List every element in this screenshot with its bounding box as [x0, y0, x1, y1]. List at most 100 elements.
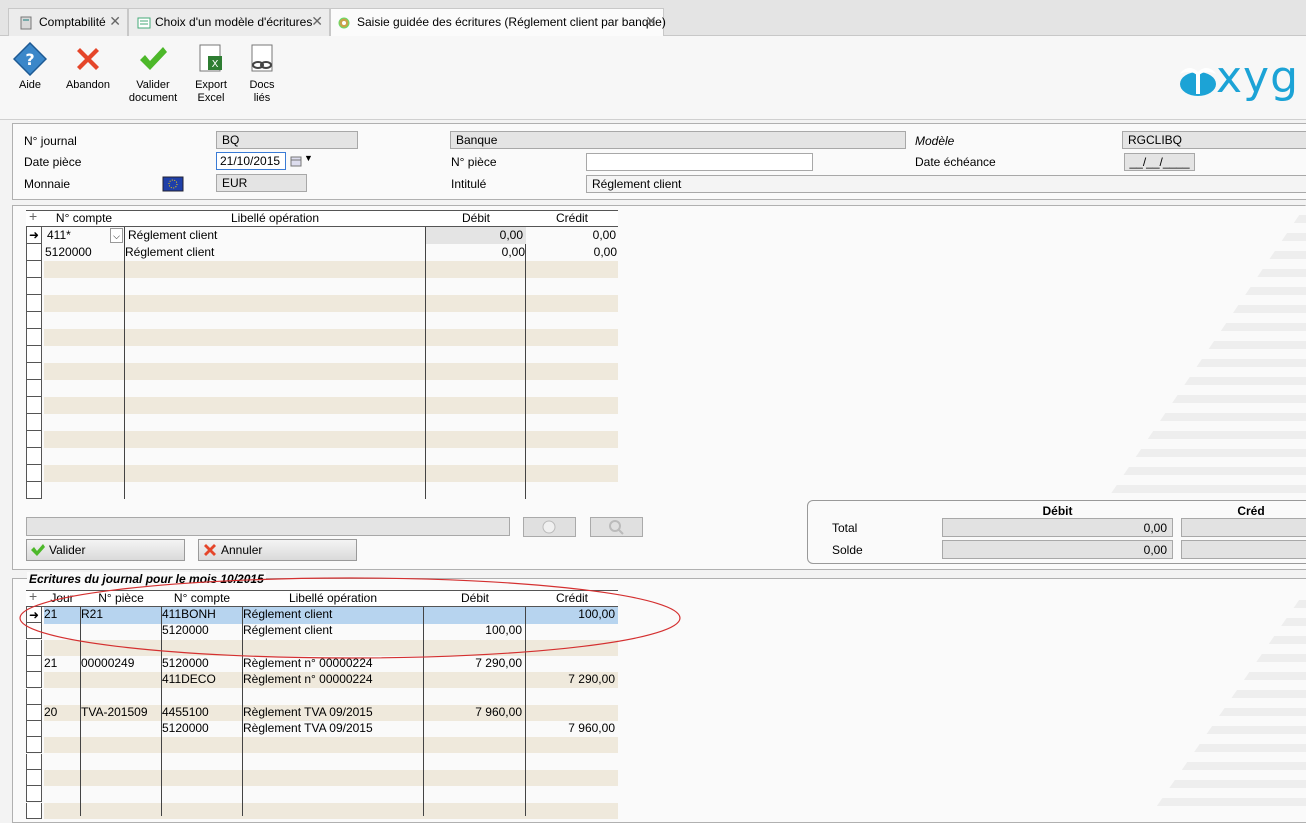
excel-icon: X [199, 44, 222, 72]
journal-cell-jour[interactable]: 20 [44, 704, 78, 721]
tab-choix-modele[interactable]: Choix d'un modèle d'écritures ✕ [128, 8, 330, 36]
chevron-down-icon[interactable]: ⌵ [110, 228, 123, 243]
annuler-label: Annuler [221, 543, 263, 557]
tab-label: Choix d'un modèle d'écritures [155, 15, 313, 29]
docs-label-2: liés [253, 92, 271, 104]
cross-icon [77, 48, 99, 70]
entry-row-debit[interactable]: 0,00 [426, 244, 525, 261]
total-debit-field: 0,00 [942, 518, 1173, 537]
export-label-1: Export [195, 79, 227, 91]
solde-label: Solde [832, 543, 863, 557]
entry-comment-field[interactable] [26, 517, 510, 536]
row-selector[interactable] [26, 689, 42, 705]
entry-row-libelle[interactable]: Réglement client [125, 244, 214, 261]
journal-cell-compte[interactable]: 5120000 [162, 720, 240, 737]
row-selector[interactable] [26, 431, 42, 448]
row-selector[interactable] [26, 786, 42, 802]
journal-cell-libelle[interactable]: Règlement n° 00000224 [243, 671, 421, 688]
journal-cell-credit[interactable]: 7 290,00 [526, 671, 615, 688]
row-selector[interactable] [26, 482, 42, 499]
gear-icon [542, 520, 556, 534]
row-selector[interactable] [26, 414, 42, 431]
current-row-arrow-icon: ➜ [29, 228, 40, 242]
journal-cell-libelle[interactable]: Règlement TVA 09/2015 [243, 704, 421, 721]
row-selector[interactable] [26, 312, 42, 329]
annuler-button[interactable]: Annuler [198, 539, 357, 561]
docs-label-1: Docs [249, 79, 275, 91]
total-credit-field [1181, 518, 1306, 537]
row-selector[interactable] [26, 721, 42, 737]
tab-label: Comptabilité [39, 15, 106, 29]
close-icon[interactable]: ✕ [109, 13, 121, 30]
row-selector[interactable] [26, 261, 42, 278]
docs-lies-button[interactable]: Docs liés [242, 42, 282, 105]
logo-text: xyg [1216, 58, 1300, 103]
aide-label: Aide [18, 79, 42, 91]
row-selector[interactable] [26, 737, 42, 753]
valider-document-button[interactable]: Valider document [124, 42, 182, 105]
col-debit: Débit [461, 211, 490, 225]
export-excel-button[interactable]: X Export Excel [190, 42, 232, 105]
journal-cell-libelle[interactable]: Règlement TVA 09/2015 [243, 720, 421, 737]
row-selector[interactable] [26, 754, 42, 770]
totals-credit-header: Créd [1237, 504, 1265, 518]
modele-field[interactable]: RGCLIBQ [1122, 131, 1306, 149]
entry-row-debit[interactable]: 0,00 [426, 227, 523, 244]
row-selector[interactable] [26, 672, 42, 688]
close-icon[interactable]: ✕ [311, 13, 323, 30]
intitule-field[interactable]: Réglement client [586, 175, 1306, 193]
row-selector[interactable] [26, 278, 42, 295]
entry-row-credit[interactable]: 0,00 [526, 244, 617, 261]
row-selector[interactable] [26, 380, 42, 397]
monnaie-label: Monnaie [24, 177, 71, 191]
help-icon: ? [13, 42, 47, 76]
entry-row-libelle[interactable]: Réglement client [128, 227, 217, 244]
row-selector[interactable] [26, 397, 42, 414]
date-piece-label: Date pièce [24, 155, 82, 169]
tab-saisie-guidee[interactable]: Saisie guidée des écritures (Réglement c… [330, 8, 666, 36]
row-selector[interactable] [26, 346, 42, 363]
aide-button[interactable]: ? Aide [8, 42, 52, 92]
row-selector[interactable] [26, 244, 42, 261]
journal-cell-debit[interactable]: 7 960,00 [424, 704, 522, 721]
row-selector[interactable] [26, 448, 42, 465]
abandon-label: Abandon [65, 79, 111, 91]
journal-cell-compte[interactable]: 411DECO [162, 671, 240, 688]
row-selector[interactable] [26, 803, 42, 819]
journal-name-field[interactable]: Banque [450, 131, 906, 149]
echeance-field[interactable]: __/__/____ [1124, 153, 1195, 171]
search-icon [609, 520, 624, 535]
monnaie-field[interactable]: EUR [216, 174, 307, 192]
settings-button[interactable] [523, 517, 576, 537]
calendar-icon[interactable] [290, 155, 302, 167]
date-piece-field[interactable]: 21/10/2015 [216, 152, 286, 170]
entry-row-compte[interactable]: 411* [47, 227, 71, 244]
entry-row-compte[interactable]: 5120000 [45, 244, 92, 261]
entry-grid-body [26, 227, 618, 499]
valider-button[interactable]: Valider [26, 539, 185, 561]
column-divider [124, 227, 125, 499]
tab-label: Saisie guidée des écritures (Réglement c… [357, 15, 666, 29]
row-selector[interactable] [26, 705, 42, 721]
row-selector[interactable] [26, 363, 42, 380]
journal-field[interactable]: BQ [216, 131, 358, 149]
row-selector[interactable] [26, 329, 42, 346]
journal-cell-piece[interactable]: TVA-201509 [81, 704, 159, 721]
chevron-down-icon[interactable]: ▼ [304, 153, 313, 163]
journal-cell-credit[interactable]: 7 960,00 [526, 720, 615, 737]
row-selector[interactable] [26, 770, 42, 786]
search-button[interactable] [590, 517, 643, 537]
row-stripe [44, 465, 618, 482]
tab-comptabilite[interactable]: Comptabilité ✕ [8, 8, 128, 36]
row-stripe [44, 397, 618, 414]
entry-row-credit[interactable]: 0,00 [526, 227, 616, 244]
row-selector[interactable] [26, 465, 42, 482]
piece-field[interactable] [586, 153, 813, 171]
row-selector[interactable] [26, 295, 42, 312]
journal-cell-compte[interactable]: 4455100 [162, 704, 240, 721]
close-icon[interactable]: ✕ [645, 13, 657, 30]
valider-label-1: Valider [136, 79, 170, 91]
echeance-label: Date échéance [915, 155, 996, 169]
abandon-button[interactable]: Abandon [62, 42, 114, 92]
add-row-icon[interactable]: + [29, 208, 37, 224]
